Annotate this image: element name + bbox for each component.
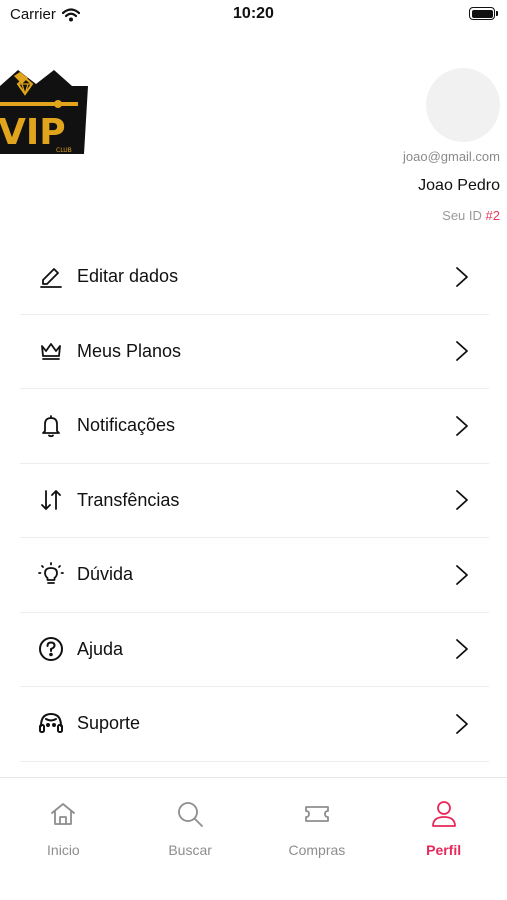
chevron-right-icon xyxy=(456,341,468,362)
user-name: Joao Pedro xyxy=(418,177,500,194)
menu-item-label: Dúvida xyxy=(77,564,134,585)
question-circle-icon xyxy=(38,636,64,662)
headset-icon xyxy=(38,711,64,737)
tab-compras[interactable]: Compras xyxy=(254,778,381,900)
menu-item-label: Notificações xyxy=(77,415,176,436)
ticket-icon xyxy=(304,806,329,822)
menu-item-label: Editar dados xyxy=(77,266,179,287)
tab-perfil[interactable]: Perfil xyxy=(380,778,507,900)
tab-label: Inicio xyxy=(47,842,80,858)
user-id-value: #2 xyxy=(485,208,500,223)
arrows-transfer-icon xyxy=(38,487,64,513)
chevron-right-icon xyxy=(456,639,468,660)
logo-subtext: CLUB xyxy=(56,147,72,154)
avatar[interactable] xyxy=(426,68,500,142)
crown-icon xyxy=(38,338,64,364)
menu-item-duvida[interactable]: Dúvida xyxy=(20,538,489,613)
profile-menu: Editar dados Meus Planos Notificações Tr… xyxy=(20,240,489,762)
tab-buscar[interactable]: Buscar xyxy=(127,778,254,900)
user-id: Seu ID #2 xyxy=(442,208,500,223)
search-icon xyxy=(178,802,204,827)
status-time: 10:20 xyxy=(233,5,274,22)
status-bar: Carrier 10:20 xyxy=(0,0,507,28)
menu-item-ajuda[interactable]: Ajuda xyxy=(20,613,489,687)
user-email: joao@gmail.com xyxy=(402,149,500,164)
menu-item-transferencias[interactable]: Transfências xyxy=(20,464,489,538)
lightbulb-icon xyxy=(38,561,64,588)
menu-item-label: Ajuda xyxy=(77,638,124,659)
home-icon xyxy=(51,803,76,825)
chevron-right-icon xyxy=(456,415,468,436)
bell-icon xyxy=(38,413,64,439)
menu-item-label: Suporte xyxy=(77,713,141,734)
chevron-right-icon xyxy=(456,564,468,585)
pencil-icon xyxy=(38,264,64,290)
chevron-right-icon xyxy=(456,490,468,511)
tab-inicio[interactable]: Inicio xyxy=(0,778,127,900)
menu-item-editar-dados[interactable]: Editar dados xyxy=(20,240,489,315)
tab-label: Buscar xyxy=(168,842,212,858)
user-id-label: Seu ID xyxy=(442,208,482,223)
chevron-right-icon xyxy=(456,266,468,287)
battery-icon xyxy=(469,7,498,20)
chevron-right-icon xyxy=(456,713,468,734)
menu-item-notificacoes[interactable]: Notificações xyxy=(20,389,489,464)
tab-label: Perfil xyxy=(426,842,462,858)
tab-bar: Inicio Buscar Compras Perfil xyxy=(0,777,507,900)
menu-item-label: Meus Planos xyxy=(77,340,182,361)
menu-item-suporte[interactable]: Suporte xyxy=(20,687,489,762)
menu-item-meus-planos[interactable]: Meus Planos xyxy=(20,315,489,389)
tab-label: Compras xyxy=(288,842,346,858)
menu-item-label: Transfências xyxy=(77,489,180,510)
user-icon xyxy=(431,801,456,827)
vip-club-logo: VIP CLUB xyxy=(0,66,90,156)
